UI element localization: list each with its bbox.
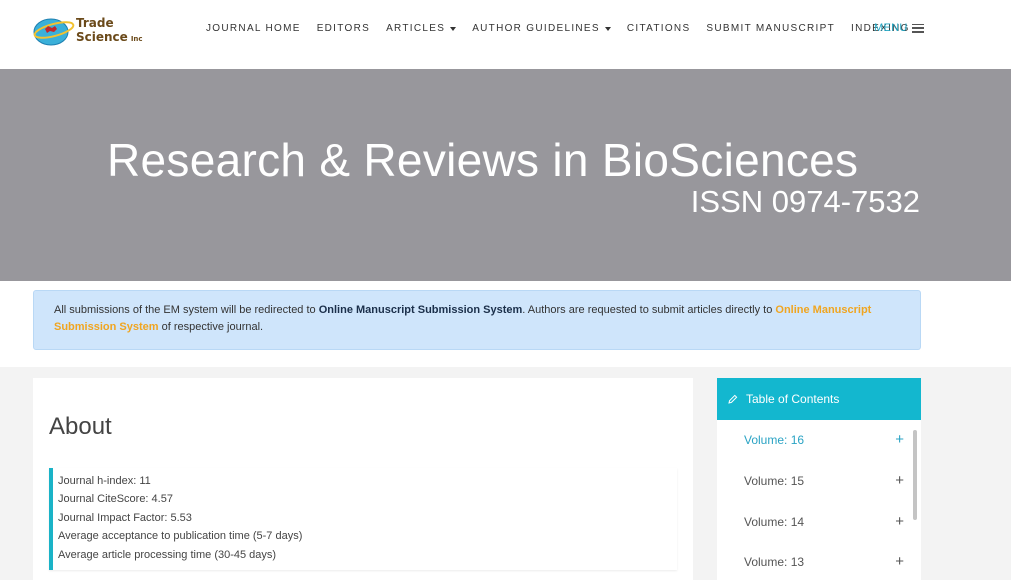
- toc-list: Volume: 16 + Volume: 15 + Volume: 14 + Volu…: [717, 420, 921, 580]
- metric-citescore: Journal CiteScore: 4.57: [58, 493, 173, 506]
- toc-scrollbar[interactable]: [913, 430, 917, 520]
- hero-banner: Research & Reviews in BioSciences ISSN 0…: [0, 69, 1011, 281]
- journal-issn: ISSN 0974-7532: [690, 184, 920, 219]
- toc-header: Table of Contents: [717, 378, 921, 420]
- chevron-down-icon: [604, 26, 611, 31]
- nav-citations[interactable]: CITATIONS: [627, 23, 691, 34]
- metric-h-index: Journal h-index: 11: [58, 475, 151, 487]
- logo-line2: Science: [76, 30, 128, 44]
- nav-articles[interactable]: ARTICLES: [386, 23, 457, 34]
- plus-icon: +: [895, 431, 904, 448]
- toc-item-volume-13[interactable]: Volume: 13 +: [744, 553, 904, 570]
- top-navbar: Trade Science Inc JOURNAL HOME EDITORS AR…: [0, 0, 1011, 69]
- nav-editors[interactable]: EDITORS: [317, 23, 370, 34]
- about-card: About Journal h-index: 11 Journal CiteSc…: [33, 378, 693, 580]
- toc-title: Table of Contents: [746, 392, 840, 406]
- menu-label: MENU: [874, 22, 908, 34]
- pencil-icon: [728, 394, 738, 404]
- logo-text: Trade Science Inc: [76, 16, 143, 46]
- metric-impact-factor: Journal Impact Factor: 5.53: [58, 511, 192, 524]
- plus-icon: +: [895, 472, 904, 489]
- toc-item-volume-14[interactable]: Volume: 14 +: [744, 513, 904, 530]
- hamburger-icon: [911, 23, 924, 33]
- notice-link-1[interactable]: Online Manuscript Submission System: [319, 304, 523, 316]
- metric-processing-time: Average article processing time (30-45 d…: [58, 548, 277, 561]
- nav-journal-home[interactable]: JOURNAL HOME: [206, 23, 301, 34]
- about-title: About: [49, 413, 112, 440]
- plus-icon: +: [895, 553, 904, 570]
- trade-science-logo[interactable]: Trade Science Inc: [32, 13, 143, 49]
- plus-icon: +: [895, 513, 904, 530]
- toc-item-volume-16[interactable]: Volume: 16 +: [744, 431, 904, 448]
- metric-acceptance-time: Average acceptance to publication time (…: [58, 530, 303, 543]
- logo-suffix: Inc: [130, 35, 143, 43]
- main-nav: JOURNAL HOME EDITORS ARTICLES AUTHOR GUI…: [206, 23, 926, 34]
- chevron-down-icon: [450, 26, 457, 31]
- submission-notice: All submissions of the EM system will be…: [33, 290, 921, 350]
- globe-logo-icon: [33, 18, 75, 46]
- journal-metrics: Journal h-index: 11 Journal CiteScore: 4…: [49, 468, 677, 570]
- toc-item-volume-15[interactable]: Volume: 15 +: [744, 472, 904, 489]
- table-of-contents: Table of Contents Volume: 16 + Volume: 15…: [717, 378, 921, 580]
- menu-button[interactable]: MENU: [874, 22, 924, 34]
- nav-author-guidelines[interactable]: AUTHOR GUIDELINES: [472, 23, 611, 34]
- journal-title: Research & Reviews in BioSciences: [107, 134, 859, 186]
- nav-submit-manuscript[interactable]: SUBMIT MANUSCRIPT: [706, 23, 835, 34]
- logo-line1: Trade: [76, 16, 114, 30]
